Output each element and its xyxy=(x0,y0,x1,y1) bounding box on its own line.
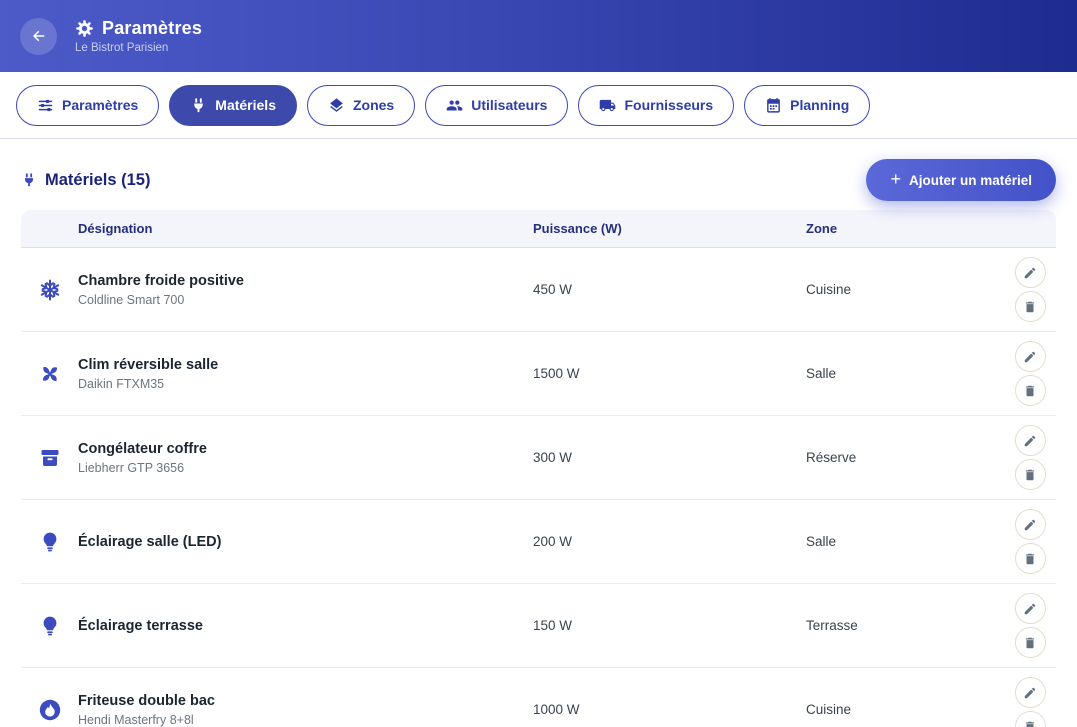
tab-label: Utilisateurs xyxy=(471,97,547,113)
equipment-model: Hendi Masterfry 8+8l xyxy=(78,713,517,727)
table-body: Chambre froide positive Coldline Smart 70… xyxy=(21,248,1056,727)
section-title: Matériels (15) xyxy=(21,171,150,190)
equipment-power: 1500 W xyxy=(533,366,806,381)
tab-label: Planning xyxy=(790,97,849,113)
tab-parametres[interactable]: Paramètres xyxy=(16,85,159,126)
lightbulb-icon xyxy=(38,530,62,554)
pencil-icon xyxy=(1023,602,1037,616)
gear-icon xyxy=(75,19,94,38)
equipment-model: Coldline Smart 700 xyxy=(78,293,517,307)
table-row: Éclairage terrasse 150 WTerrasse xyxy=(21,584,1056,668)
table-row: Clim réversible salle Daikin FTXM35 1500 W… xyxy=(21,332,1056,416)
delete-button[interactable] xyxy=(1015,627,1046,658)
tab-label: Matériels xyxy=(215,97,276,113)
equipment-name: Éclairage terrasse xyxy=(78,618,517,634)
section-head: Matériels (15) + Ajouter un matériel xyxy=(0,139,1077,210)
table-row: Friteuse double bac Hendi Masterfry 8+8l 1… xyxy=(21,668,1056,727)
tab-bar: Paramètres Matériels Zones Utilisateurs Four… xyxy=(0,72,1077,139)
arrow-left-icon xyxy=(30,27,48,45)
pencil-icon xyxy=(1023,266,1037,280)
flame-icon xyxy=(38,698,62,722)
trash-icon xyxy=(1023,384,1037,398)
tab-zones[interactable]: Zones xyxy=(307,85,415,126)
equipment-power: 200 W xyxy=(533,534,806,549)
equipment-name: Chambre froide positive xyxy=(78,273,517,289)
tab-materiels[interactable]: Matériels xyxy=(169,85,297,126)
table-row: Congélateur coffre Liebherr GTP 3656 300 W… xyxy=(21,416,1056,500)
plus-icon: + xyxy=(890,170,901,188)
section-title-label: Matériels (15) xyxy=(45,171,150,190)
table-row: Éclairage salle (LED) 200 WSalle xyxy=(21,500,1056,584)
page-subtitle: Le Bistrot Parisien xyxy=(75,42,202,54)
equipment-zone: Cuisine xyxy=(806,282,1008,297)
trash-icon xyxy=(1023,300,1037,314)
equipment-zone: Salle xyxy=(806,366,1008,381)
edit-button[interactable] xyxy=(1015,509,1046,540)
back-button[interactable] xyxy=(20,18,57,55)
tab-planning[interactable]: Planning xyxy=(744,85,870,126)
snowflake-icon xyxy=(38,278,62,302)
equipment-zone: Cuisine xyxy=(806,702,1008,717)
equipment-name: Éclairage salle (LED) xyxy=(78,534,517,550)
table-header-row: Désignation Puissance (W) Zone xyxy=(21,210,1056,248)
add-equipment-button[interactable]: + Ajouter un matériel xyxy=(866,159,1056,201)
equipment-name: Friteuse double bac xyxy=(78,693,517,709)
truck-icon xyxy=(599,97,616,114)
equipment-model: Daikin FTXM35 xyxy=(78,377,517,391)
edit-button[interactable] xyxy=(1015,257,1046,288)
column-power: Puissance (W) xyxy=(533,221,806,236)
pencil-icon xyxy=(1023,686,1037,700)
lightbulb-icon xyxy=(38,614,62,638)
edit-button[interactable] xyxy=(1015,341,1046,372)
table-row: Chambre froide positive Coldline Smart 70… xyxy=(21,248,1056,332)
equipment-zone: Réserve xyxy=(806,450,1008,465)
delete-button[interactable] xyxy=(1015,291,1046,322)
equipment-zone: Terrasse xyxy=(806,618,1008,633)
box-icon xyxy=(38,446,62,470)
equipment-zone: Salle xyxy=(806,534,1008,549)
column-designation: Désignation xyxy=(78,221,533,236)
equipment-model: Liebherr GTP 3656 xyxy=(78,461,517,475)
pencil-icon xyxy=(1023,434,1037,448)
tab-label: Zones xyxy=(353,97,394,113)
equipment-power: 1000 W xyxy=(533,702,806,717)
layers-icon xyxy=(328,97,345,114)
trash-icon xyxy=(1023,552,1037,566)
tab-label: Fournisseurs xyxy=(624,97,713,113)
delete-button[interactable] xyxy=(1015,375,1046,406)
delete-button[interactable] xyxy=(1015,711,1046,727)
pencil-icon xyxy=(1023,350,1037,364)
trash-icon xyxy=(1023,720,1037,727)
tab-fournisseurs[interactable]: Fournisseurs xyxy=(578,85,734,126)
trash-icon xyxy=(1023,468,1037,482)
edit-button[interactable] xyxy=(1015,593,1046,624)
delete-button[interactable] xyxy=(1015,459,1046,490)
calendar-icon xyxy=(765,97,782,114)
equipment-name: Congélateur coffre xyxy=(78,441,517,457)
plug-icon xyxy=(190,97,207,114)
equipment-power: 450 W xyxy=(533,282,806,297)
app-window: Paramètres Le Bistrot Parisien Paramètre… xyxy=(0,0,1077,727)
equipment-power: 150 W xyxy=(533,618,806,633)
edit-button[interactable] xyxy=(1015,425,1046,456)
equipment-power: 300 W xyxy=(533,450,806,465)
tab-utilisateurs[interactable]: Utilisateurs xyxy=(425,85,568,126)
plug-icon xyxy=(21,172,37,188)
header: Paramètres Le Bistrot Parisien xyxy=(0,0,1077,72)
edit-button[interactable] xyxy=(1015,677,1046,708)
sliders-icon xyxy=(37,97,54,114)
add-equipment-label: Ajouter un matériel xyxy=(909,173,1032,188)
page-title: Paramètres xyxy=(102,18,202,39)
fan-icon xyxy=(38,362,62,386)
pencil-icon xyxy=(1023,518,1037,532)
users-icon xyxy=(446,97,463,114)
column-zone: Zone xyxy=(806,221,1008,236)
trash-icon xyxy=(1023,636,1037,650)
delete-button[interactable] xyxy=(1015,543,1046,574)
equipment-table: Désignation Puissance (W) Zone Chambre f… xyxy=(21,210,1056,727)
equipment-name: Clim réversible salle xyxy=(78,357,517,373)
tab-label: Paramètres xyxy=(62,97,138,113)
